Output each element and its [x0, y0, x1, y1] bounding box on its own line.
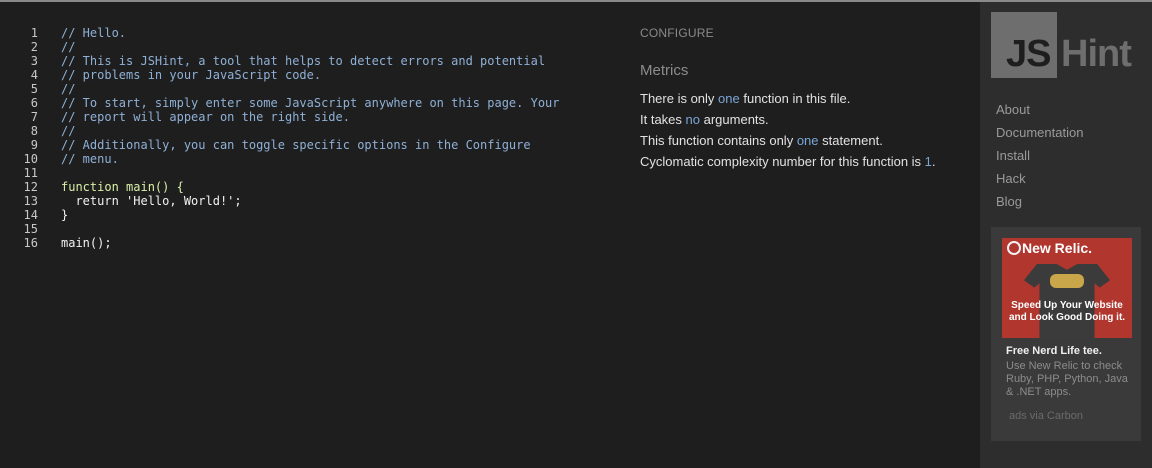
- metric-text: function in this file.: [739, 91, 851, 106]
- logo-js-text: JS: [1006, 33, 1051, 75]
- metric-value: no: [685, 112, 700, 127]
- code-line[interactable]: }: [61, 208, 560, 222]
- metric-value: one: [718, 91, 740, 106]
- metric-text: statement.: [818, 133, 883, 148]
- nav-link-hack[interactable]: Hack: [996, 167, 1083, 190]
- code-line[interactable]: // problems in your JavaScript code.: [61, 68, 560, 82]
- ad-brand: New Relic.: [1022, 240, 1093, 256]
- metric-functions: There is only one function in this file.: [640, 90, 850, 108]
- code-area[interactable]: // Hello. // // This is JSHint, a tool t…: [61, 26, 560, 250]
- carbon-ad[interactable]: New Relic. Speed Up Your Website and Loo…: [991, 227, 1141, 441]
- line-number: 11: [23, 166, 38, 180]
- metric-text: There is only: [640, 91, 719, 106]
- jshint-logo[interactable]: JS Hint: [991, 12, 1141, 78]
- code-line[interactable]: //: [61, 40, 560, 54]
- line-number: 9: [30, 138, 38, 152]
- fists-icon: [1050, 274, 1084, 288]
- line-number: 1: [30, 26, 38, 40]
- code-line[interactable]: [61, 222, 560, 236]
- line-number-gutter: 1 2 3 4 5 6 7 8 9 10 11 12 13 14 15 16: [0, 26, 44, 250]
- line-number: 10: [23, 152, 38, 166]
- metrics-heading: Metrics: [640, 62, 689, 79]
- code-line[interactable]: // This is JSHint, a tool that helps to …: [61, 54, 560, 68]
- ad-image[interactable]: New Relic. Speed Up Your Website and Loo…: [1002, 238, 1132, 338]
- metric-text: .: [931, 154, 936, 169]
- metric-text: It takes: [640, 112, 686, 127]
- ad-title[interactable]: Free Nerd Life tee.: [1006, 345, 1102, 357]
- code-line[interactable]: // To start, simply enter some JavaScrip…: [61, 96, 560, 110]
- ad-description[interactable]: Use New Relic to check Ruby, PHP, Python…: [1006, 360, 1131, 399]
- code-line[interactable]: return 'Hello, World!';: [61, 194, 560, 208]
- metric-value: 1: [924, 154, 932, 169]
- code-line[interactable]: // Hello.: [61, 26, 560, 40]
- nav-link-documentation[interactable]: Documentation: [996, 121, 1083, 144]
- line-number: 5: [30, 82, 38, 96]
- code-line[interactable]: // report will appear on the right side.: [61, 110, 560, 124]
- line-number: 2: [30, 40, 38, 54]
- metric-text: Cyclomatic complexity number for this fu…: [640, 154, 925, 169]
- code-line[interactable]: //: [61, 124, 560, 138]
- code-line[interactable]: main();: [61, 236, 560, 250]
- sidebar-nav: About Documentation Install Hack Blog: [996, 98, 1083, 213]
- line-number: 4: [30, 68, 38, 82]
- logo-hint-text: Hint: [1061, 33, 1132, 75]
- nav-link-about[interactable]: About: [996, 98, 1083, 121]
- metric-arguments: It takes no arguments.: [640, 111, 769, 129]
- line-number: 16: [23, 236, 38, 250]
- line-number: 6: [30, 96, 38, 110]
- metric-text: arguments.: [700, 112, 769, 127]
- line-number: 13: [23, 194, 38, 208]
- code-editor[interactable]: 1 2 3 4 5 6 7 8 9 10 11 12 13 14 15 16 /…: [0, 2, 618, 468]
- line-number: 15: [23, 222, 38, 236]
- line-number: 7: [30, 110, 38, 124]
- metric-value: one: [796, 133, 819, 148]
- line-number: 3: [30, 54, 38, 68]
- new-relic-logo-icon: [1007, 241, 1021, 255]
- code-line[interactable]: function main() {: [61, 180, 560, 194]
- line-number: 12: [23, 180, 38, 194]
- configure-menu-link[interactable]: CONFIGURE: [640, 26, 714, 40]
- nav-link-blog[interactable]: Blog: [996, 190, 1083, 213]
- nav-link-install[interactable]: Install: [996, 144, 1083, 167]
- metric-complexity: Cyclomatic complexity number for this fu…: [640, 153, 936, 171]
- code-line[interactable]: // Additionally, you can toggle specific…: [61, 138, 560, 152]
- code-line[interactable]: // menu.: [61, 152, 560, 166]
- ad-image-caption: Speed Up Your Website and Look Good Doin…: [1008, 300, 1126, 323]
- code-line[interactable]: [61, 166, 560, 180]
- code-line[interactable]: //: [61, 82, 560, 96]
- line-number: 8: [30, 124, 38, 138]
- report-panel: CONFIGURE Metrics There is only one func…: [618, 2, 980, 468]
- metric-statements: This function contains only one statemen…: [640, 132, 883, 150]
- line-number: 14: [23, 208, 38, 222]
- metric-text: This function contains only: [640, 133, 797, 148]
- sidebar: JS Hint About Documentation Install Hack…: [980, 2, 1152, 468]
- ad-via-link[interactable]: ads via Carbon: [1009, 410, 1083, 422]
